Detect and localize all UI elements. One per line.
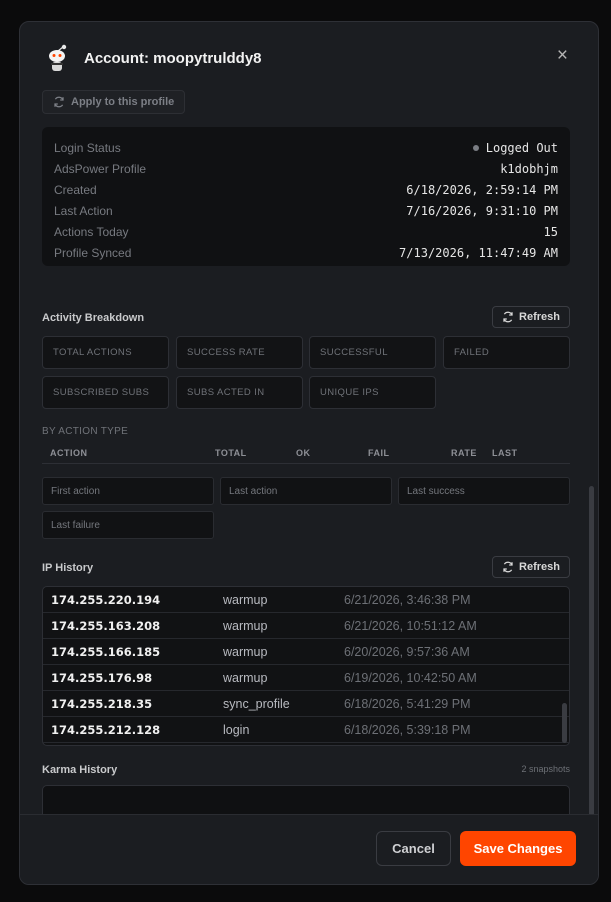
status-value: 7/16/2026, 9:31:10 PM xyxy=(406,203,558,218)
status-value: 15 xyxy=(543,224,558,239)
status-label: Last Action xyxy=(54,203,113,218)
modal-title: Account: moopytrulddy8 xyxy=(84,49,262,67)
ip-row: 174.255.218.35 sync_profile 6/18/2026, 5… xyxy=(43,691,569,717)
ip-time: 6/19/2026, 10:42:50 AM xyxy=(344,671,477,685)
status-card: Login Status Logged Out AdsPower Profile… xyxy=(42,127,570,266)
activity-breakdown-title: Activity Breakdown xyxy=(42,312,145,324)
col-last: LAST xyxy=(492,448,518,458)
first-action-field: First action xyxy=(42,477,214,505)
ip-time: 6/18/2026, 5:41:29 PM xyxy=(344,697,471,711)
last-success-field: Last success xyxy=(398,477,570,505)
status-label: Profile Synced xyxy=(54,245,132,260)
ip-address: 174.255.212.128 xyxy=(51,723,161,737)
karma-chart-area xyxy=(42,785,570,816)
snapshot-count: 2 snapshots xyxy=(521,764,570,774)
ip-address: 174.255.218.35 xyxy=(51,697,153,711)
account-modal: Account: moopytrulddy8 × Apply to this p… xyxy=(19,21,599,885)
activity-refresh-button[interactable]: Refresh xyxy=(492,306,570,328)
cancel-button[interactable]: Cancel xyxy=(376,831,451,866)
status-label: Actions Today xyxy=(54,224,129,239)
status-label: AdsPower Profile xyxy=(54,161,147,176)
status-value: 6/18/2026, 2:59:14 PM xyxy=(406,182,558,197)
stat-success-rate: SUCCESS RATE xyxy=(176,336,303,369)
status-label: Created xyxy=(54,182,97,197)
modal-body: Apply to this profile Login Status Logge… xyxy=(20,86,598,816)
ip-history-title: IP History xyxy=(42,562,94,574)
status-value: k1dobhjm xyxy=(500,161,558,176)
ip-address: 174.255.176.98 xyxy=(51,671,153,685)
ip-list-scrollbar[interactable] xyxy=(562,703,567,743)
action-type-table-header: ACTION TOTAL OK FAIL RATE LAST xyxy=(42,442,570,464)
karma-history-title: Karma History xyxy=(42,764,118,776)
col-fail: FAIL xyxy=(368,448,390,458)
modal-scrollbar[interactable] xyxy=(589,486,594,816)
close-icon[interactable]: × xyxy=(557,46,568,65)
refresh-label: Refresh xyxy=(519,561,560,573)
status-value: 7/13/2026, 11:47:49 AM xyxy=(399,245,558,260)
last-action-field: Last action xyxy=(220,477,392,505)
col-action: ACTION xyxy=(50,448,88,458)
ip-time: 6/18/2026, 5:39:18 PM xyxy=(344,723,471,737)
save-changes-button[interactable]: Save Changes xyxy=(460,831,576,866)
ip-row: 174.255.176.98 warmup 6/19/2026, 10:42:5… xyxy=(43,665,569,691)
ip-row: 174.255.163.208 warmup 6/21/2026, 10:51:… xyxy=(43,613,569,639)
ip-row: 174.255.166.185 warmup 6/20/2026, 9:57:3… xyxy=(43,639,569,665)
stat-failed: FAILED xyxy=(443,336,570,369)
reddit-avatar-icon xyxy=(42,43,72,73)
ip-address: 174.255.163.208 xyxy=(51,619,161,633)
ip-action: sync_profile xyxy=(223,697,290,711)
status-dot-icon xyxy=(472,144,479,151)
refresh-icon xyxy=(503,311,513,323)
col-rate: RATE xyxy=(451,448,477,458)
refresh-icon xyxy=(503,561,513,573)
status-row-last-action: Last Action 7/16/2026, 9:31:10 PM xyxy=(54,200,558,221)
ip-time: 6/20/2026, 9:57:36 AM xyxy=(344,645,470,659)
status-row-actions-today: Actions Today 15 xyxy=(54,221,558,242)
ip-action: warmup xyxy=(223,645,268,659)
ip-address: 174.255.220.194 xyxy=(51,593,161,607)
col-total: TOTAL xyxy=(215,448,247,458)
ip-refresh-button[interactable]: Refresh xyxy=(492,556,570,578)
status-row-created: Created 6/18/2026, 2:59:14 PM xyxy=(54,179,558,200)
ip-address: 174.255.166.185 xyxy=(51,645,161,659)
modal-header: Account: moopytrulddy8 × xyxy=(20,22,598,94)
apply-profile-label: Apply to this profile xyxy=(71,96,175,108)
stat-subscribed-subs: SUBSCRIBED SUBS xyxy=(42,376,169,409)
status-row-profile: AdsPower Profile k1dobhjm xyxy=(54,158,558,179)
stat-total-actions: TOTAL ACTIONS xyxy=(42,336,169,369)
col-ok: OK xyxy=(296,448,311,458)
stat-subs-acted-in: SUBS ACTED IN xyxy=(176,376,303,409)
last-failure-field: Last failure xyxy=(42,511,214,539)
ip-action: warmup xyxy=(223,593,268,607)
status-row-login: Login Status Logged Out xyxy=(54,137,558,158)
refresh-label: Refresh xyxy=(519,311,560,323)
stat-unique-ips: UNIQUE IPS xyxy=(309,376,436,409)
ip-time: 6/21/2026, 10:51:12 AM xyxy=(344,619,477,633)
ip-time: 6/21/2026, 3:46:38 PM xyxy=(344,593,471,607)
apply-profile-button[interactable]: Apply to this profile xyxy=(42,90,186,114)
status-label: Login Status xyxy=(54,140,121,155)
ip-row: 174.255.212.128 login 6/18/2026, 5:39:18… xyxy=(43,717,569,743)
status-value: Logged Out xyxy=(485,140,558,155)
ip-action: login xyxy=(223,723,250,737)
stat-successful: SUCCESSFUL xyxy=(309,336,436,369)
status-row-synced: Profile Synced 7/13/2026, 11:47:49 AM xyxy=(54,242,558,263)
modal-footer: Cancel Save Changes xyxy=(20,814,598,884)
ip-action: warmup xyxy=(223,671,268,685)
refresh-icon xyxy=(54,96,64,108)
ip-row: 174.255.220.194 warmup 6/21/2026, 3:46:3… xyxy=(43,587,569,613)
ip-action: warmup xyxy=(223,619,268,633)
ip-history-list[interactable]: 174.255.220.194 warmup 6/21/2026, 3:46:3… xyxy=(42,586,570,746)
by-action-type-label: BY ACTION TYPE xyxy=(42,426,129,437)
